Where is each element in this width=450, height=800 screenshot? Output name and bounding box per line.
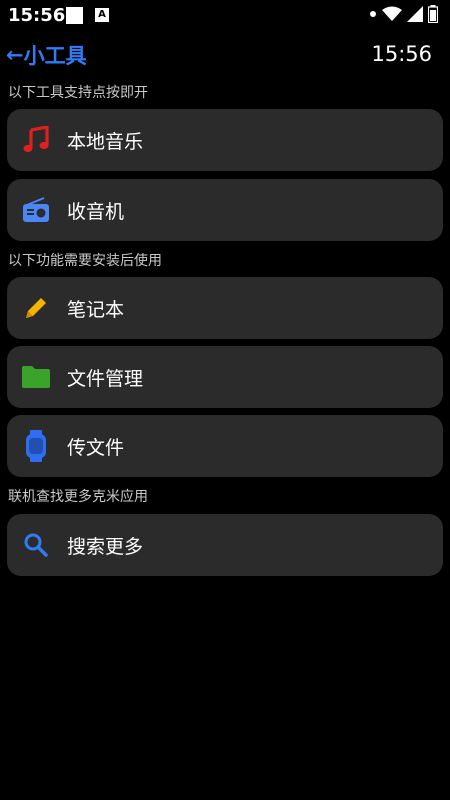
watch-icon (21, 430, 51, 462)
status-time: 15:56 (8, 5, 66, 26)
music-note-icon (21, 125, 51, 155)
item-radio[interactable]: 收音机 (7, 179, 443, 241)
item-file-manager[interactable]: 文件管理 (7, 346, 443, 408)
radio-icon (21, 195, 51, 225)
item-label: 搜索更多 (67, 535, 144, 558)
search-icon (21, 530, 51, 560)
item-label: 笔记本 (67, 298, 125, 321)
item-label: 收音机 (67, 200, 125, 223)
header-clock: 15:56 (371, 42, 432, 66)
item-label: 传文件 (67, 436, 125, 459)
back-button[interactable]: ← 小工具 (6, 40, 87, 70)
signal-dot-icon (370, 11, 376, 17)
item-label: 本地音乐 (67, 130, 144, 153)
app-header: ← 小工具 15:56 (0, 38, 450, 74)
notification-a-icon: A (95, 8, 109, 22)
folder-icon (21, 362, 51, 392)
item-notebook[interactable]: 笔记本 (7, 277, 443, 339)
back-arrow-icon: ← (6, 43, 24, 67)
battery-icon (428, 5, 438, 23)
item-search-more[interactable]: 搜索更多 (7, 514, 443, 576)
section-label-install: 以下功能需要安装后使用 (8, 253, 162, 269)
status-icons (369, 5, 438, 23)
item-local-music[interactable]: 本地音乐 (7, 109, 443, 171)
item-label: 文件管理 (67, 367, 144, 390)
pencil-icon (21, 293, 51, 323)
status-bar: 15:56 A (0, 0, 450, 32)
item-transfer-file[interactable]: 传文件 (7, 415, 443, 477)
cell-signal-icon (407, 6, 423, 22)
notification-icon (66, 7, 83, 24)
section-label-online: 联机查找更多克米应用 (8, 489, 148, 505)
page-title: 小工具 (23, 44, 87, 68)
wifi-icon (382, 6, 402, 21)
section-label-instant: 以下工具支持点按即开 (8, 85, 148, 101)
